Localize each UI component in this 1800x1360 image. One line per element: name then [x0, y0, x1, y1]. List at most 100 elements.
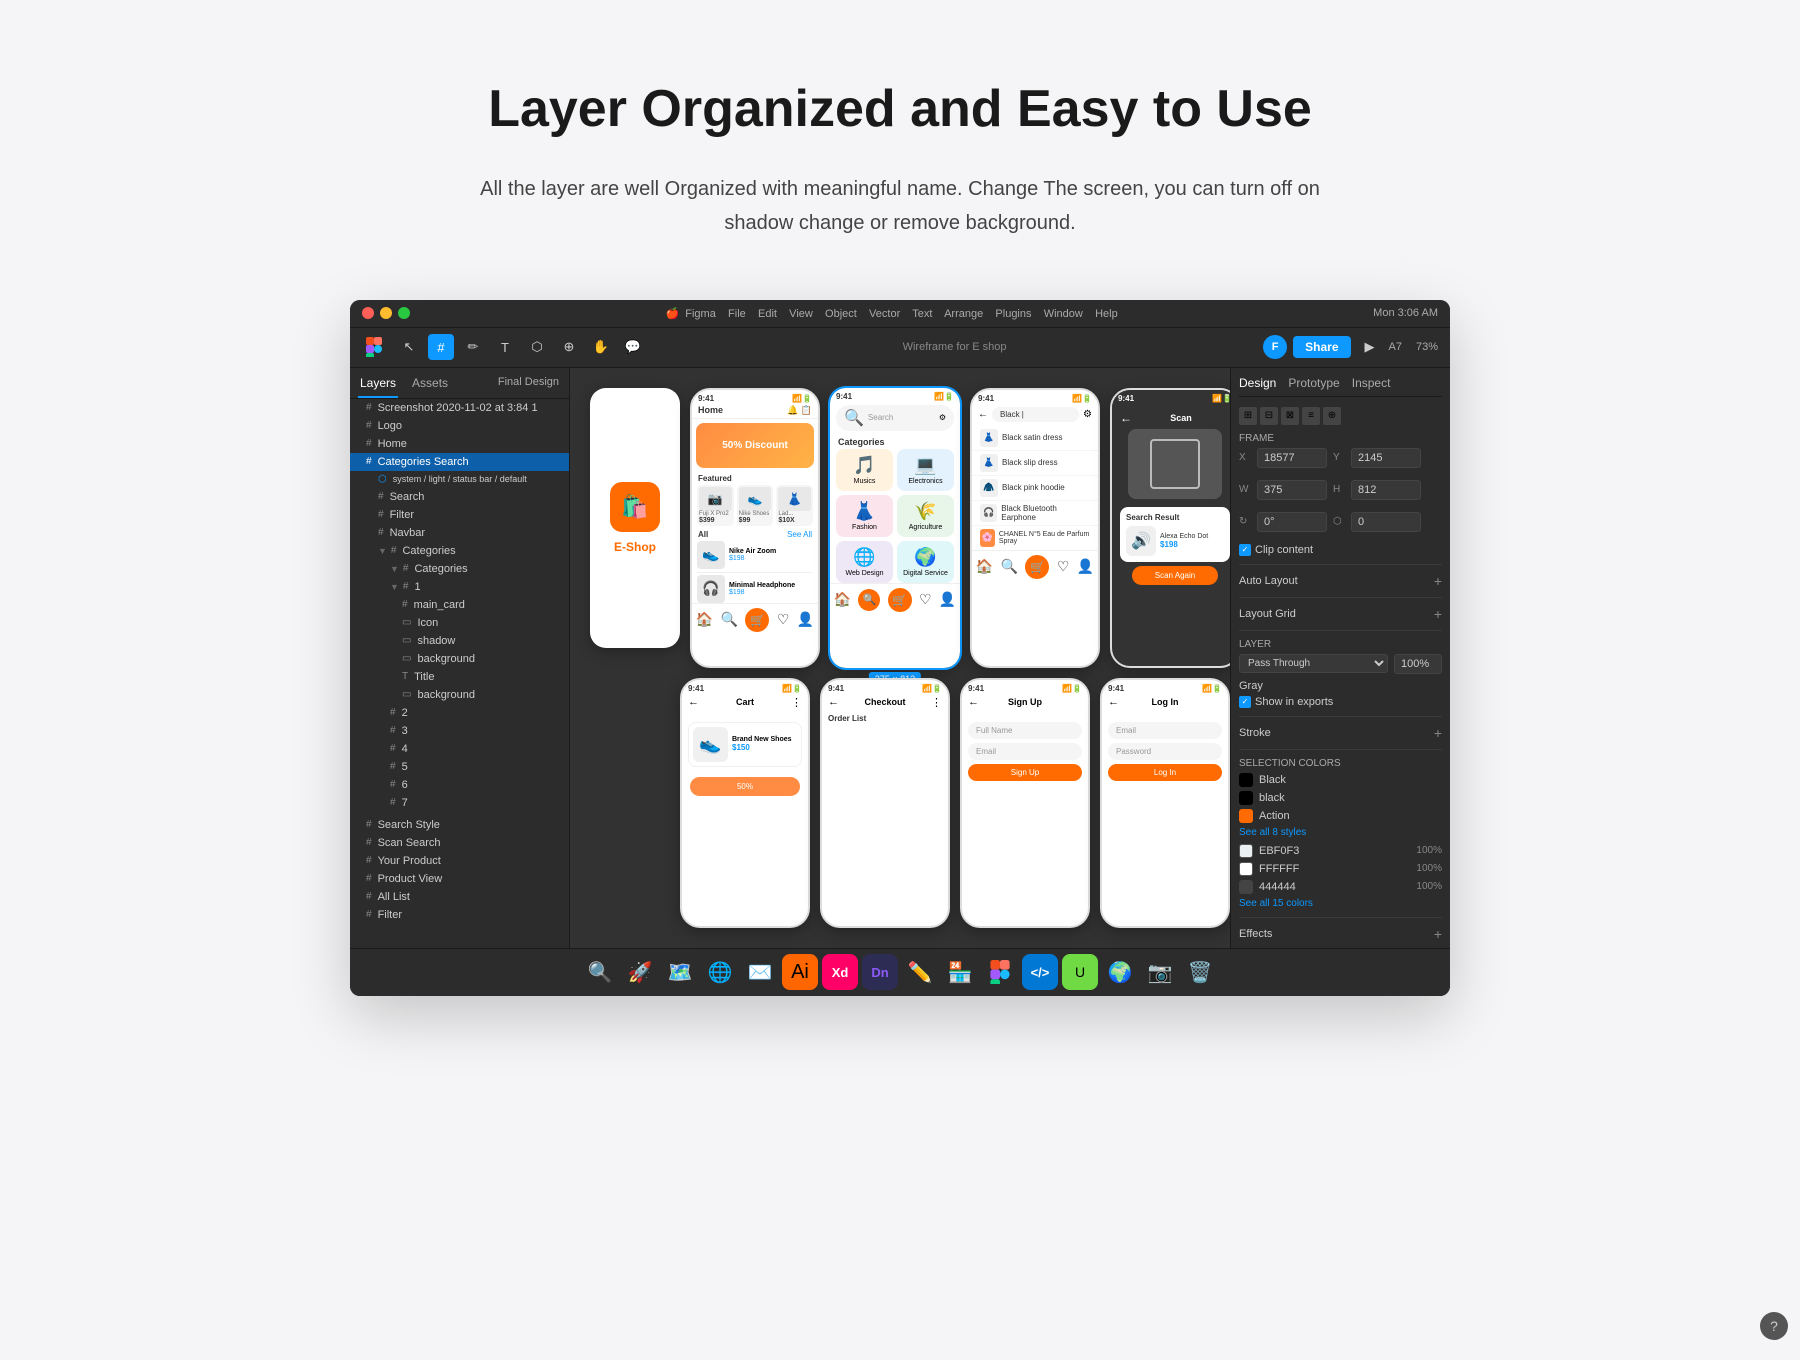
layer-item-1[interactable]: ▼ # 1 — [350, 578, 569, 596]
dock-xd[interactable]: Xd — [822, 954, 858, 990]
signup-btn[interactable]: Sign Up — [968, 764, 1082, 781]
dock-trash[interactable]: 🗑️ — [1182, 954, 1218, 990]
login-pass-input[interactable]: Password — [1108, 743, 1222, 760]
shape-tool-icon[interactable]: ⬡ — [524, 334, 550, 360]
frame-x-input[interactable] — [1257, 448, 1327, 468]
dock-code[interactable]: </> — [1022, 954, 1058, 990]
frame-h-input[interactable] — [1351, 480, 1421, 500]
layer-your-product[interactable]: # Your Product — [350, 852, 569, 870]
stroke-add-icon[interactable]: + — [1434, 725, 1442, 741]
dock-launchpad[interactable]: 🚀 — [622, 954, 658, 990]
distribute-v-icon[interactable]: ⊕ — [1323, 407, 1341, 425]
layer-product-view[interactable]: # Product View — [350, 870, 569, 888]
scan-back-icon[interactable]: ← — [1120, 411, 1132, 425]
dock-finder[interactable]: 🔍 — [582, 954, 618, 990]
layer-scan-search[interactable]: # Scan Search — [350, 834, 569, 852]
layer-background2[interactable]: ▭ background — [350, 686, 569, 704]
share-button[interactable]: Share — [1293, 336, 1350, 358]
layer-item-3[interactable]: # 3 — [350, 722, 569, 740]
play-button[interactable]: ▶ — [1357, 334, 1383, 360]
dock-chrome[interactable]: 🌍 — [1102, 954, 1138, 990]
cart-checkout-btn[interactable]: 50% — [690, 777, 800, 796]
layer-categories-inner[interactable]: ▼ # Categories — [350, 560, 569, 578]
layer-item-2[interactable]: # 2 — [350, 704, 569, 722]
tab-design[interactable]: Design — [1239, 376, 1276, 390]
frame-corner-input[interactable] — [1351, 512, 1421, 532]
tab-prototype[interactable]: Prototype — [1288, 376, 1339, 390]
hand-tool-icon[interactable]: ✋ — [588, 334, 614, 360]
auto-layout-add-icon[interactable]: + — [1434, 573, 1442, 589]
layer-background[interactable]: ▭ background — [350, 650, 569, 668]
dock-appstore[interactable]: 🏪 — [942, 954, 978, 990]
layer-filter[interactable]: # Filter — [350, 506, 569, 524]
clip-checkbox[interactable]: ✓ — [1239, 544, 1251, 556]
layer-all-list[interactable]: # All List — [350, 888, 569, 906]
cart-menu-icon[interactable]: ⋮ — [791, 696, 802, 709]
layer-title-text[interactable]: T Title — [350, 668, 569, 686]
search-filter-btn[interactable]: ⚙ — [1083, 409, 1092, 420]
layer-home[interactable]: # Home — [350, 435, 569, 453]
component-tool-icon[interactable]: ⊕ — [556, 334, 582, 360]
figma-canvas[interactable]: 🛍️ E-Shop 9:41 📶🔋 Home 🔔 📋 — [570, 368, 1230, 948]
dock-maps[interactable]: 🗺️ — [662, 954, 698, 990]
checkout-menu-icon[interactable]: ⋮ — [931, 696, 942, 709]
scan-again-btn[interactable]: Scan Again — [1132, 566, 1218, 585]
blend-mode-select[interactable]: Pass Through Normal Multiply — [1239, 654, 1388, 673]
checkout-back-icon[interactable]: ← — [828, 696, 839, 708]
text-tool-icon[interactable]: T — [492, 334, 518, 360]
layer-item-6[interactable]: # 6 — [350, 776, 569, 794]
layer-search-style[interactable]: # Search Style — [350, 816, 569, 834]
layer-icon-item[interactable]: ▭ Icon — [350, 614, 569, 632]
dock-mail[interactable]: ✉️ — [742, 954, 778, 990]
see-all-8-styles[interactable]: See all 8 styles — [1239, 827, 1442, 838]
dock-upwork[interactable]: U — [1062, 954, 1098, 990]
layer-main-card[interactable]: # main_card — [350, 596, 569, 614]
align-right-icon[interactable]: ⊠ — [1281, 407, 1299, 425]
mac-zoom-dot[interactable] — [398, 307, 410, 319]
dock-ai[interactable]: Ai — [782, 954, 818, 990]
login-back-icon[interactable]: ← — [1108, 696, 1119, 708]
search-query-bar[interactable]: Black | — [992, 407, 1079, 422]
layout-grid-add-icon[interactable]: + — [1434, 606, 1442, 622]
login-email-input[interactable]: Email — [1108, 722, 1222, 739]
see-all-15-colors[interactable]: See all 15 colors — [1239, 898, 1442, 909]
layer-status-bar[interactable]: ⬡ system / light / status bar / default — [350, 471, 569, 488]
mac-close-dot[interactable] — [362, 307, 374, 319]
show-exports-checkbox[interactable]: ✓ — [1239, 696, 1251, 708]
layer-item-7[interactable]: # 7 — [350, 794, 569, 812]
signup-email-input[interactable]: Email — [968, 743, 1082, 760]
dock-dn[interactable]: Dn — [862, 954, 898, 990]
layer-search[interactable]: # Search — [350, 488, 569, 506]
layer-navbar[interactable]: # Navbar — [350, 524, 569, 542]
tab-assets[interactable]: Assets — [410, 372, 450, 398]
dock-safari[interactable]: 🌐 — [702, 954, 738, 990]
align-center-icon[interactable]: ⊟ — [1260, 407, 1278, 425]
search-back-icon[interactable]: ← — [978, 409, 988, 420]
dock-sketch[interactable]: ✏️ — [902, 954, 938, 990]
opacity-input[interactable] — [1394, 654, 1442, 674]
layer-item-4[interactable]: # 4 — [350, 740, 569, 758]
dock-photos[interactable]: 📷 — [1142, 954, 1178, 990]
layer-filter-bottom[interactable]: # Filter — [350, 906, 569, 924]
move-tool-icon[interactable]: ↖ — [396, 334, 422, 360]
align-left-icon[interactable]: ⊞ — [1239, 407, 1257, 425]
layer-categories-group[interactable]: ▼ # Categories — [350, 542, 569, 560]
login-btn[interactable]: Log In — [1108, 764, 1222, 781]
layer-item-5[interactable]: # 5 — [350, 758, 569, 776]
layer-logo[interactable]: # Logo — [350, 417, 569, 435]
signup-name-input[interactable]: Full Name — [968, 722, 1082, 739]
cat-search-bar[interactable]: 🔍 Search ⚙ — [836, 405, 954, 431]
layer-categories-search[interactable]: # Categories Search — [350, 453, 569, 471]
frame-tool-icon[interactable]: # — [428, 334, 454, 360]
dock-figma[interactable] — [982, 954, 1018, 990]
frame-rot-input[interactable] — [1257, 512, 1327, 532]
frame-y-input[interactable] — [1351, 448, 1421, 468]
layer-screenshot[interactable]: # Screenshot 2020-11-02 at 3:84 1 — [350, 399, 569, 417]
frame-w-input[interactable] — [1257, 480, 1327, 500]
figma-logo-icon[interactable] — [362, 335, 386, 359]
tab-layers[interactable]: Layers — [358, 372, 398, 398]
tab-inspect[interactable]: Inspect — [1352, 376, 1391, 390]
mac-minimize-dot[interactable] — [380, 307, 392, 319]
effects-add-icon[interactable]: + — [1434, 926, 1442, 942]
layer-shadow[interactable]: ▭ shadow — [350, 632, 569, 650]
